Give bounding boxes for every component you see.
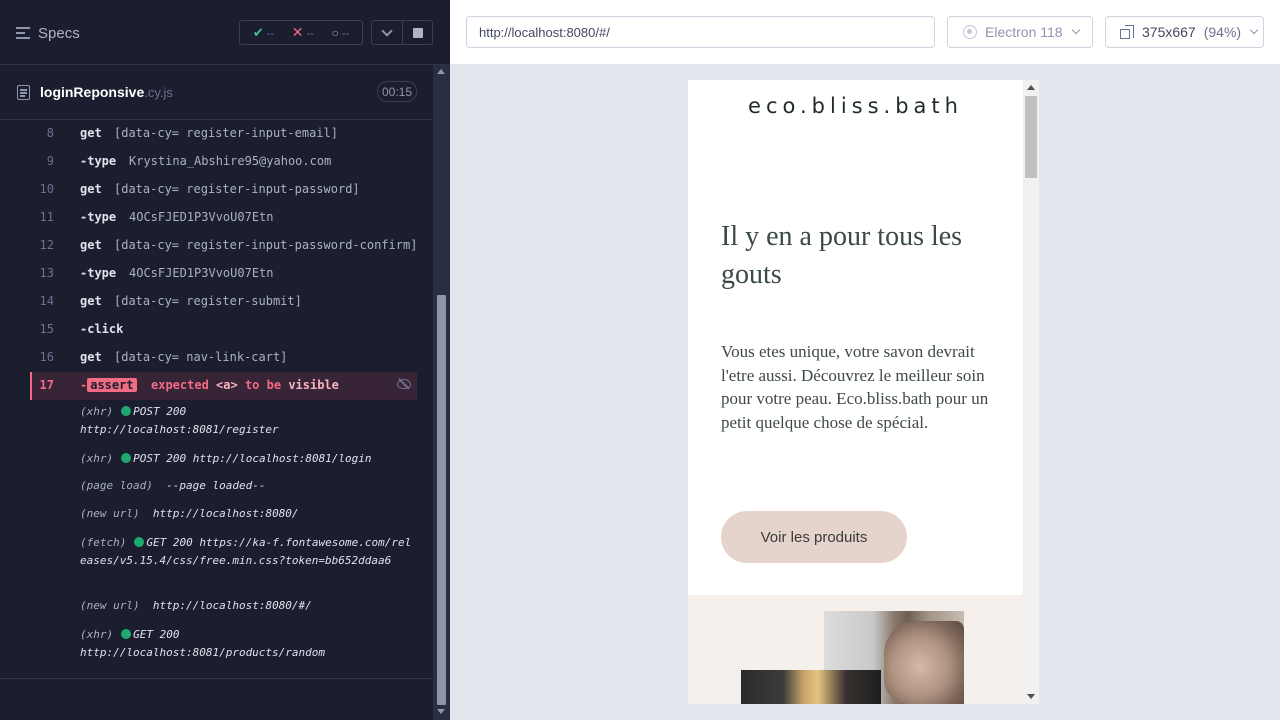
stop-icon bbox=[412, 27, 423, 38]
spec-file-bar: loginReponsive.cy.js 00:15 bbox=[0, 65, 432, 120]
failed-command-row[interactable]: 17 - assert expected <a> to be visible bbox=[30, 372, 417, 400]
assert-message: expected <a> to be visible bbox=[151, 378, 339, 392]
command-log: 8 get [data-cy= register-input-email] 9 -ty… bbox=[30, 120, 417, 667]
scroll-thumb[interactable] bbox=[1025, 96, 1037, 178]
scroll-up-icon[interactable] bbox=[437, 69, 445, 74]
aut-iframe: eco.bliss.bath Il y en a pour tous les g… bbox=[688, 80, 1039, 704]
viewport-size: 375x667 bbox=[1142, 24, 1196, 40]
stop-button[interactable] bbox=[403, 20, 433, 45]
eye-off-icon[interactable] bbox=[397, 379, 411, 389]
specs-label: Specs bbox=[38, 24, 80, 42]
spec-file-name[interactable]: loginReponsive.cy.js bbox=[40, 84, 173, 100]
scroll-up-icon[interactable] bbox=[1027, 85, 1035, 90]
status-dot-icon bbox=[134, 537, 145, 547]
scroll-down-icon[interactable] bbox=[437, 709, 445, 714]
site-logo[interactable]: eco.bliss.bath bbox=[688, 94, 1023, 118]
scroll-down-icon[interactable] bbox=[1027, 694, 1035, 699]
log-entry[interactable]: (xhr) POST 200 http://localhost:8081/logi… bbox=[80, 450, 415, 468]
pending-stat: ○ -- bbox=[331, 25, 350, 40]
x-icon: ✕ bbox=[291, 24, 304, 40]
view-products-button[interactable]: Voir les produits bbox=[721, 511, 907, 563]
specs-button[interactable]: Specs bbox=[16, 22, 80, 44]
viewport-icon bbox=[1120, 25, 1134, 39]
status-dot-icon bbox=[121, 453, 132, 463]
log-entry[interactable]: (new url) http://localhost:8080/ bbox=[80, 505, 415, 523]
hero-text: Vous etes unique, votre savon devrait l'… bbox=[721, 342, 989, 432]
failed-stat: ✕ -- bbox=[291, 24, 314, 40]
auto-scroll-button[interactable] bbox=[371, 20, 403, 45]
browser-label: Electron 118 bbox=[985, 24, 1063, 40]
test-stats: ✔ -- ✕ -- ○ -- bbox=[239, 20, 363, 45]
hero-title: Il y en a pour tous les gouts bbox=[721, 221, 963, 290]
reporter-panel: Specs ✔ -- ✕ -- ○ -- loginReponsive.cy.j… bbox=[0, 0, 450, 720]
command-row[interactable]: 8 get [data-cy= register-input-email] bbox=[30, 120, 417, 148]
log-entry[interactable]: (xhr) GET 200 http://localhost:8081/produc… bbox=[80, 626, 415, 662]
duration-badge: 00:15 bbox=[377, 81, 417, 102]
divider bbox=[0, 678, 433, 679]
aut-header: http://localhost:8080/#/ Electron 118 37… bbox=[450, 0, 1280, 65]
zoom-level: (94%) bbox=[1203, 24, 1242, 40]
passed-stat: ✔ -- bbox=[252, 24, 275, 40]
command-row[interactable]: 15 -click bbox=[30, 316, 417, 344]
app-page: eco.bliss.bath Il y en a pour tous les g… bbox=[688, 80, 1023, 704]
chevron-down-icon bbox=[1071, 25, 1080, 35]
hero-photo-portrait bbox=[741, 670, 881, 704]
log-entry[interactable]: (xhr) POST 200 http://localhost:8081/regis… bbox=[80, 403, 415, 439]
status-dot-icon bbox=[121, 406, 132, 416]
menu-icon bbox=[16, 27, 30, 39]
command-row[interactable]: 12 get [data-cy= register-input-password-c… bbox=[30, 232, 418, 260]
browser-selector[interactable]: Electron 118 bbox=[947, 16, 1093, 48]
aut-scrollbar[interactable] bbox=[1023, 80, 1039, 704]
chevron-down-icon bbox=[1249, 25, 1259, 35]
check-icon: ✔ bbox=[252, 24, 264, 40]
command-row[interactable]: 13 -type 4OCsFJED1P3VvoU07Etn bbox=[30, 260, 417, 288]
viewport-info-button[interactable]: 375x667 (94%) bbox=[1105, 16, 1264, 48]
document-icon bbox=[17, 85, 30, 100]
scroll-thumb[interactable] bbox=[437, 295, 446, 705]
command-row[interactable]: 16 get [data-cy= nav-link-cart] bbox=[30, 344, 417, 372]
command-row[interactable]: 9 -type Krystina_Abshire95@yahoo.com bbox=[30, 148, 417, 176]
command-row[interactable]: 11 -type 4OCsFJED1P3VvoU07Etn bbox=[30, 204, 417, 232]
reporter-scrollbar[interactable] bbox=[433, 65, 450, 720]
reporter-header: Specs ✔ -- ✕ -- ○ -- bbox=[0, 0, 450, 65]
status-dot-icon bbox=[121, 629, 132, 639]
pending-icon: ○ bbox=[331, 25, 339, 40]
command-row[interactable]: 10 get [data-cy= register-input-password] bbox=[30, 176, 417, 204]
log-entry[interactable]: (fetch) GET 200 https://ka-f.fontawesome.… bbox=[80, 534, 415, 570]
log-entry[interactable]: (page load) --page loaded-- bbox=[80, 477, 415, 495]
command-row[interactable]: 14 get [data-cy= register-submit] bbox=[30, 288, 417, 316]
chevron-down-icon bbox=[381, 24, 393, 37]
electron-icon bbox=[963, 25, 977, 39]
url-bar[interactable]: http://localhost:8080/#/ bbox=[466, 16, 935, 48]
assert-badge: assert bbox=[87, 378, 137, 392]
log-entry[interactable]: (new url) http://localhost:8080/#/ bbox=[80, 597, 415, 615]
